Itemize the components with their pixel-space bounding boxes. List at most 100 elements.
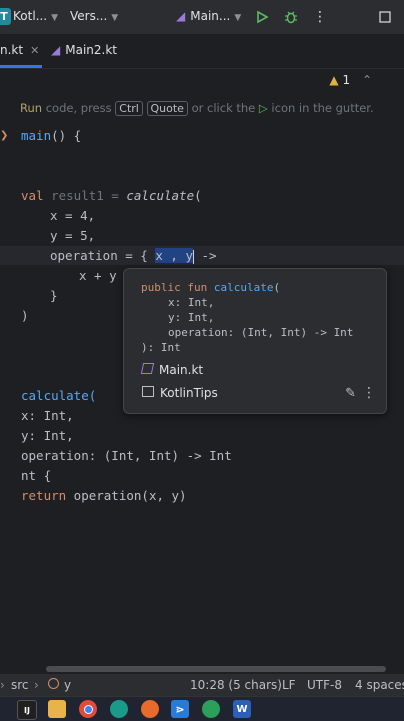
gutter-run-icon: ▷ [258, 101, 268, 115]
debug-button[interactable] [281, 7, 301, 27]
pencil-icon: ✎ [345, 386, 356, 401]
project-selector[interactable]: Kotl... ▼ [13, 9, 58, 23]
kotlin-file-icon: ◢ [176, 9, 186, 23]
doc-param: y: Int, [168, 311, 215, 324]
project-label: Kotl... [13, 9, 48, 23]
window-restore-button[interactable] [375, 7, 395, 27]
doc-more-button[interactable]: ⋮ [362, 385, 376, 401]
code-line[interactable]: x = 4, [50, 208, 95, 223]
active-tab-indicator [0, 65, 42, 68]
more-actions-button[interactable]: ⋮ [310, 7, 330, 27]
breadcrumb-symbol-label: y [64, 678, 72, 692]
breakpoint-gutter-mark[interactable]: ❯ [0, 130, 8, 141]
code-line[interactable]: return operation(x, y) [21, 488, 187, 503]
project-badge[interactable]: T [0, 8, 11, 25]
tab-label: Main2.kt [65, 43, 117, 57]
inspection-warnings[interactable]: ▲ 1 ⌃ [329, 73, 372, 87]
play-icon [257, 10, 269, 24]
intellij-taskbar-icon[interactable]: IJ [17, 700, 37, 720]
doc-token: ( [273, 281, 281, 294]
chevron-right-icon: › [34, 678, 39, 692]
vscode-icon[interactable]: ⋗ [171, 700, 189, 718]
hint-run: Run [20, 101, 43, 115]
vcs-selector[interactable]: Vers... ▼ [70, 9, 118, 23]
code-line[interactable]: } [50, 288, 58, 303]
doc-signature: public fun calculate( [141, 281, 280, 294]
code-token: x = 4, [50, 208, 96, 223]
caret-position[interactable]: 10:28 (5 chars) [190, 678, 282, 692]
code-token: operation = { [50, 248, 156, 263]
kotlin-file-icon [140, 363, 155, 374]
indent-setting[interactable]: 4 spaces [355, 678, 404, 692]
horizontal-scrollbar[interactable] [46, 666, 386, 672]
code-token: operation(x, y) [66, 488, 187, 503]
chevron-right-icon: › [0, 678, 5, 692]
doc-file-link[interactable]: Main.kt [140, 363, 204, 377]
chevron-down-icon: ▼ [111, 13, 119, 23]
media-app-icon[interactable] [202, 700, 220, 718]
code-token: calculate( [21, 388, 97, 403]
tab-main2-kt[interactable]: ◢ Main2.kt [51, 43, 117, 57]
close-icon[interactable]: ✕ [30, 44, 39, 57]
firefox-icon[interactable] [141, 700, 159, 718]
breadcrumb-symbol[interactable]: y [48, 678, 71, 692]
vcs-label: Vers... [70, 9, 108, 23]
run-button[interactable] [252, 7, 272, 27]
code-token: ) [21, 308, 29, 323]
status-bar: › src › y 10:28 (5 chars) LF UTF-8 4 spa… [0, 674, 404, 696]
warning-count: 1 [342, 73, 351, 87]
doc-param: x: Int, [168, 296, 215, 309]
chrome-icon[interactable] [79, 700, 97, 718]
code-line[interactable]: ) [21, 308, 29, 323]
os-taskbar: IJ ⋗ W [0, 696, 404, 721]
code-line[interactable]: nt { [21, 468, 51, 483]
file-encoding[interactable]: UTF-8 [307, 678, 342, 692]
code-token: operation: (Int, Int) -> Int [21, 448, 232, 463]
quick-documentation-popup: public fun calculate( x: Int, y: Int, op… [123, 268, 387, 414]
code-line[interactable]: x + y [79, 268, 117, 283]
doc-token: calculate [213, 281, 274, 294]
warning-icon: ▲ [329, 73, 339, 87]
code-line[interactable]: y: Int, [21, 428, 74, 443]
kotlin-file-icon: ◢ [51, 43, 61, 57]
bug-icon [285, 11, 297, 24]
code-token: x: Int, [21, 408, 74, 423]
code-token: } [50, 288, 58, 303]
breadcrumb-src[interactable]: src [11, 678, 29, 692]
code-line[interactable]: operation = { x , y -> [50, 248, 217, 264]
code-token: ( [194, 188, 202, 203]
code-token: result1 = [43, 188, 127, 203]
code-token: nt { [21, 468, 52, 483]
chevron-down-icon: ▼ [51, 13, 59, 23]
edge-icon[interactable] [110, 700, 128, 718]
code-token: y: Int, [21, 428, 74, 443]
code-token: x + y [79, 268, 117, 283]
chevron-up-icon[interactable]: ⌃ [362, 73, 372, 87]
line-separator[interactable]: LF [282, 678, 296, 692]
code-token: return [21, 488, 67, 503]
code-line[interactable]: calculate( [21, 388, 96, 403]
variable-icon [48, 678, 59, 689]
tab-main-kt[interactable]: n.kt ✕ [0, 43, 39, 57]
doc-project-link[interactable]: KotlinTips [142, 386, 218, 400]
folder-icon[interactable] [48, 700, 66, 718]
code-line[interactable]: val result1 = calculate( [21, 188, 202, 203]
key-ctrl: Ctrl [115, 101, 143, 116]
doc-param: operation: (Int, Int) -> Int [168, 326, 354, 339]
edit-source-button[interactable]: ✎ [345, 386, 356, 401]
code-line[interactable]: main() { [21, 128, 81, 143]
window-square-icon [379, 11, 391, 23]
code-token: calculate [126, 188, 195, 203]
hint-text-2: or click the [187, 101, 259, 115]
doc-file-label: Main.kt [159, 363, 204, 377]
code-line[interactable]: x: Int, [21, 408, 74, 423]
run-config-selector[interactable]: ◢ Main... ▼ [176, 9, 241, 23]
doc-project-label: KotlinTips [160, 386, 218, 400]
run-hint: Run code, press Ctrl Quote or click the … [20, 101, 374, 116]
code-line[interactable]: y = 5, [50, 228, 95, 243]
code-line[interactable]: operation: (Int, Int) -> Int [21, 448, 232, 463]
tab-label: n.kt [0, 43, 24, 57]
hint-text-3: icon in the gutter. [267, 101, 374, 115]
editor-tabs: n.kt ✕ ◢ Main2.kt [0, 34, 404, 69]
word-icon[interactable]: W [233, 700, 251, 718]
